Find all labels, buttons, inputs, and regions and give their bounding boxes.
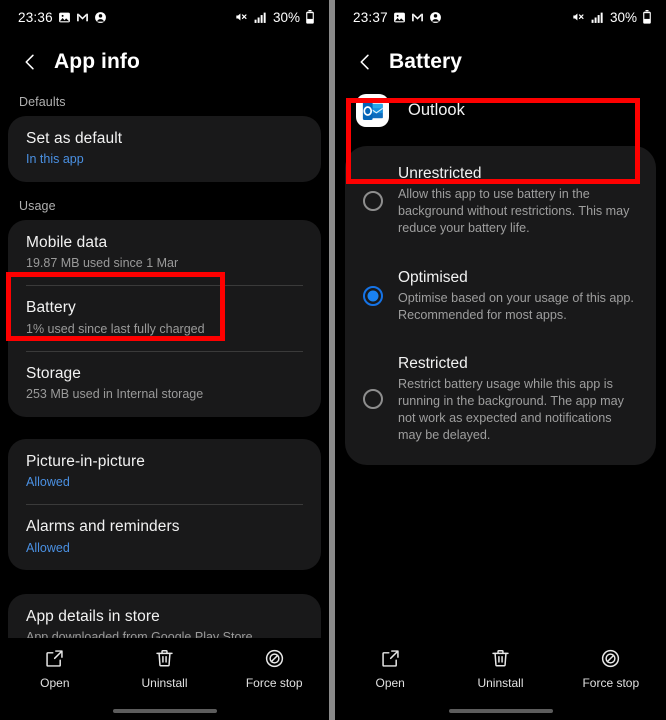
option-title: Optimised <box>398 268 468 286</box>
app-header-row: Outlook <box>335 88 666 141</box>
uninstall-button[interactable]: Uninstall <box>445 648 555 690</box>
option-restricted[interactable]: Restricted Restrict battery usage while … <box>345 340 656 461</box>
uninstall-button[interactable]: Uninstall <box>110 648 220 690</box>
messaging-icon <box>411 11 424 24</box>
outlook-icon <box>356 94 389 127</box>
list-item-storage[interactable]: Storage 253 MB used in Internal storage <box>8 350 321 417</box>
option-optimised[interactable]: Optimised Optimise based on your usage o… <box>345 254 656 340</box>
section-label-usage: Usage <box>19 198 56 213</box>
contact-icon <box>429 11 442 24</box>
battery-usage-options: Unrestricted Allow this app to use batte… <box>345 146 656 465</box>
card-usage: Mobile data 19.87 MB used since 1 Mar Ba… <box>8 219 321 417</box>
option-title: Unrestricted <box>398 165 482 182</box>
card-app-behaviour: Picture-in-picture Allowed Alarms and re… <box>8 438 321 570</box>
trash-icon <box>154 648 175 669</box>
trash-icon <box>490 648 511 669</box>
signal-bars-icon <box>590 11 604 24</box>
status-bar-left: 23:37 <box>353 10 442 25</box>
option-text: Restricted Restrict battery usage while … <box>398 354 638 445</box>
right-phone-screen: 23:37 30% Battery Outlook Unrestricted A… <box>335 0 666 720</box>
row-title: App details in store <box>26 607 160 625</box>
list-item-picture-in-picture[interactable]: Picture-in-picture Allowed <box>8 439 321 505</box>
option-title: Restricted <box>398 354 468 372</box>
status-bar-left: 23:36 <box>18 10 107 25</box>
row-title: Storage <box>26 364 81 382</box>
list-item-alarms-and-reminders[interactable]: Alarms and reminders Allowed <box>8 504 321 570</box>
status-time: 23:37 <box>353 9 388 25</box>
status-time: 23:36 <box>18 9 53 25</box>
bottom-action-bar: Open Uninstall Force stop <box>0 638 329 720</box>
image-icon <box>58 11 71 24</box>
left-phone-screen: 23:36 30% App info Defaults Set as defau… <box>0 0 329 720</box>
force-stop-icon <box>600 648 621 669</box>
page-title: Battery <box>389 50 463 73</box>
uninstall-button-label: Uninstall <box>141 676 188 690</box>
contact-icon <box>94 11 107 24</box>
option-description: Allow this app to use battery in the bac… <box>398 187 630 236</box>
force-stop-button-label: Force stop <box>582 676 640 690</box>
list-item-battery[interactable]: Battery 1% used since last fully charged <box>8 285 321 351</box>
battery-percent-label: 30% <box>272 9 300 25</box>
open-button-label: Open <box>40 676 70 690</box>
page-title: App info <box>54 50 140 73</box>
mute-icon <box>234 10 248 24</box>
open-button-label: Open <box>375 676 405 690</box>
battery-icon <box>642 10 652 24</box>
option-text: Optimised Optimise based on your usage o… <box>398 268 638 324</box>
open-button[interactable]: Open <box>335 648 445 690</box>
force-stop-icon <box>264 648 285 669</box>
radio-restricted[interactable] <box>363 389 383 410</box>
list-item-set-as-default[interactable]: Set as default In this app <box>8 116 321 182</box>
back-icon[interactable] <box>355 52 375 72</box>
mute-icon <box>571 10 585 24</box>
option-description: Restrict battery usage while this app is… <box>398 377 624 443</box>
open-button[interactable]: Open <box>0 648 110 690</box>
option-description: Optimise based on your usage of this app… <box>398 290 634 322</box>
back-icon[interactable] <box>20 52 40 72</box>
battery-icon <box>305 10 315 24</box>
force-stop-button-label: Force stop <box>245 676 303 690</box>
page-header: Battery <box>335 34 666 88</box>
force-stop-button[interactable]: Force stop <box>219 648 329 690</box>
force-stop-button[interactable]: Force stop <box>556 648 666 690</box>
list-item-mobile-data[interactable]: Mobile data 19.87 MB used since 1 Mar <box>8 220 321 286</box>
home-indicator[interactable] <box>448 709 553 713</box>
card-defaults: Set as default In this app <box>8 116 321 182</box>
row-subtitle: Allowed <box>26 474 70 489</box>
row-title: Set as default <box>26 130 123 147</box>
status-bar: 23:37 30% <box>335 0 666 34</box>
row-subtitle: 1% used since last fully charged <box>26 321 205 336</box>
messaging-icon <box>76 11 89 24</box>
status-bar: 23:36 30% <box>0 0 329 34</box>
radio-unrestricted[interactable] <box>363 190 383 211</box>
bottom-action-bar: Open Uninstall Force stop <box>335 638 666 720</box>
row-subtitle: In this app <box>26 152 84 167</box>
row-title: Mobile data <box>26 233 108 251</box>
signal-bars-icon <box>253 11 267 24</box>
section-label-defaults: Defaults <box>19 95 66 109</box>
dual-screenshot-container: 23:36 30% App info Defaults Set as defau… <box>0 0 666 720</box>
row-subtitle: 253 MB used in Internal storage <box>26 387 204 402</box>
option-unrestricted[interactable]: Unrestricted Allow this app to use batte… <box>345 150 656 254</box>
uninstall-button-label: Uninstall <box>477 676 524 690</box>
app-name: Outlook <box>408 101 465 119</box>
image-icon <box>393 11 406 24</box>
radio-optimised[interactable] <box>363 285 383 306</box>
open-external-icon <box>44 648 65 669</box>
row-subtitle: Allowed <box>26 540 70 555</box>
row-title: Battery <box>26 299 76 317</box>
row-subtitle: 19.87 MB used since 1 Mar <box>26 256 179 270</box>
open-external-icon <box>380 648 401 669</box>
option-text: Unrestricted Allow this app to use batte… <box>398 164 638 238</box>
home-indicator[interactable] <box>112 709 217 713</box>
row-title: Alarms and reminders <box>26 518 180 536</box>
status-bar-right: 30% <box>571 10 652 25</box>
battery-percent-label: 30% <box>609 9 637 25</box>
page-header: App info <box>0 34 329 88</box>
status-bar-right: 30% <box>234 10 315 25</box>
row-title: Picture-in-picture <box>26 452 145 470</box>
